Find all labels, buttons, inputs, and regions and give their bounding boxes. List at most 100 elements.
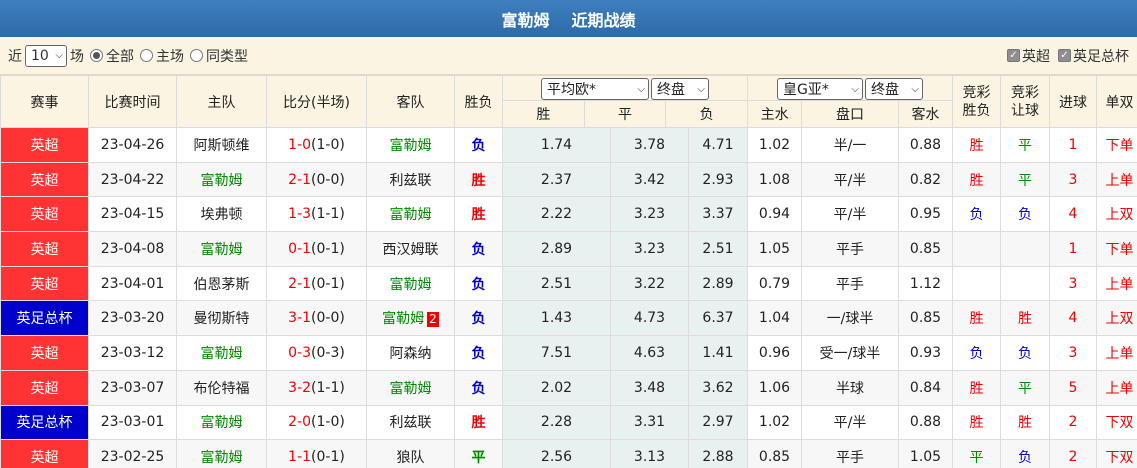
league-cell[interactable]: 英超 bbox=[0, 231, 89, 267]
table-row[interactable]: 英足总杯 23-03-01 富勒姆 2-0(1-0) 利兹联 胜 2.28 3.… bbox=[0, 404, 1137, 441]
table-row[interactable]: 英超 23-04-08 富勒姆 0-1(0-1) 西汉姆联 负 2.89 3.2… bbox=[0, 231, 1137, 267]
score-cell[interactable]: 1-1(0-1) bbox=[266, 439, 367, 468]
away-team-cell[interactable]: 西汉姆联 bbox=[366, 231, 455, 267]
away-team-name: 狼队 bbox=[396, 450, 425, 467]
score-cell[interactable]: 2-0(1-0) bbox=[266, 404, 367, 441]
league-cell[interactable]: 英超 bbox=[0, 439, 89, 468]
table-row[interactable]: 英超 23-02-25 富勒姆 1-1(0-1) 狼队 平 2.56 3.13 … bbox=[0, 439, 1137, 468]
result-cell: 负 bbox=[454, 300, 503, 337]
table-row[interactable]: 英超 23-04-01 伯恩茅斯 2-1(0-1) 富勒姆 负 2.51 3.2… bbox=[0, 265, 1137, 302]
table-row[interactable]: 英超 23-04-26 阿斯顿维 1-0(1-0) 富勒姆 负 1.74 3.7… bbox=[0, 127, 1137, 163]
result-cell: 平 bbox=[454, 439, 503, 468]
euro-draw-odds: 4.73 bbox=[610, 300, 689, 337]
euro-loss-odds: 4.71 bbox=[687, 127, 749, 163]
away-team-name: 富勒姆 bbox=[389, 380, 432, 397]
league-cell[interactable]: 英足总杯 bbox=[0, 404, 89, 441]
home-team-cell[interactable]: 富勒姆 bbox=[176, 335, 267, 371]
jc-result-cell bbox=[952, 231, 1002, 267]
away-team-cell[interactable]: 富勒姆 2 bbox=[366, 300, 455, 337]
home-team-cell[interactable]: 富勒姆 bbox=[176, 439, 267, 468]
score-cell[interactable]: 1-3(1-1) bbox=[266, 196, 367, 233]
home-team-cell[interactable]: 富勒姆 bbox=[176, 231, 267, 267]
jc-result-cell: 负 bbox=[952, 335, 1002, 371]
asia-company-select[interactable]: 皇G亚* ⌵ bbox=[777, 78, 864, 100]
euro-draw-odds: 3.13 bbox=[610, 439, 689, 468]
asia-line: 平/半 bbox=[801, 161, 900, 198]
header-euro-group: 平均欧* ⌵ 终盘 ⌵ 胜 平 负 bbox=[501, 75, 749, 128]
table-row[interactable]: 英超 23-04-22 富勒姆 2-1(0-0) 利兹联 胜 2.37 3.42… bbox=[0, 161, 1137, 198]
full-score: 2-1 bbox=[288, 275, 312, 292]
away-team-cell[interactable]: 利兹联 bbox=[366, 161, 455, 198]
jc-handicap-cell: 负 bbox=[1000, 439, 1051, 468]
home-team-cell[interactable]: 阿斯顿维 bbox=[176, 127, 267, 163]
asia-home-water: 1.08 bbox=[747, 161, 803, 198]
home-team-cell[interactable]: 富勒姆 bbox=[176, 161, 267, 198]
title-bar: 富勒姆 近期战绩 bbox=[0, 0, 1137, 37]
score-cell[interactable]: 2-1(0-1) bbox=[266, 265, 367, 302]
odd-even-cell: 下单 bbox=[1096, 127, 1137, 163]
odd-even-cell: 上双 bbox=[1096, 300, 1137, 337]
header-league: 赛事 bbox=[0, 75, 89, 128]
away-team-cell[interactable]: 富勒姆 bbox=[366, 196, 455, 233]
euro-type-select[interactable]: 终盘 ⌵ bbox=[651, 78, 709, 100]
league-cell[interactable]: 英超 bbox=[0, 161, 89, 198]
away-team-name: 富勒姆 bbox=[389, 276, 432, 293]
asia-away-water: 0.84 bbox=[898, 369, 954, 406]
league-cell[interactable]: 英超 bbox=[0, 196, 89, 233]
league-cell[interactable]: 英超 bbox=[0, 369, 89, 406]
home-team-cell[interactable]: 富勒姆 bbox=[176, 404, 267, 441]
jc-result-cell: 胜 bbox=[952, 369, 1002, 406]
league-cell[interactable]: 英足总杯 bbox=[0, 300, 89, 337]
home-team-cell[interactable]: 伯恩茅斯 bbox=[176, 265, 267, 302]
table-row[interactable]: 英超 23-03-07 布伦特福 3-2(1-1) 富勒姆 负 2.02 3.4… bbox=[0, 369, 1137, 406]
away-team-cell[interactable]: 富勒姆 bbox=[366, 127, 455, 163]
league-cell[interactable]: 英超 bbox=[0, 127, 89, 163]
full-score: 3-1 bbox=[288, 310, 312, 327]
home-team-cell[interactable]: 埃弗顿 bbox=[176, 196, 267, 233]
checkbox-epl-label: 英超 bbox=[1022, 48, 1050, 65]
header-jc-result: 竞彩 胜负 bbox=[952, 75, 1002, 128]
header-jc-handicap: 竞彩 让球 bbox=[1000, 75, 1051, 128]
home-team-cell[interactable]: 曼彻斯特 bbox=[176, 300, 267, 337]
full-score: 1-0 bbox=[288, 136, 312, 153]
radio-same-type[interactable] bbox=[190, 49, 203, 62]
odd-even-cell: 上单 bbox=[1096, 161, 1137, 198]
league-cell[interactable]: 英超 bbox=[0, 265, 89, 302]
score-cell[interactable]: 0-1(0-1) bbox=[266, 231, 367, 267]
goals-cell: 4 bbox=[1049, 196, 1098, 233]
away-team-cell[interactable]: 狼队 bbox=[366, 439, 455, 468]
away-team-cell[interactable]: 利兹联 bbox=[366, 404, 455, 441]
score-cell[interactable]: 3-1(0-0) bbox=[266, 300, 367, 337]
table-row[interactable]: 英足总杯 23-03-20 曼彻斯特 3-1(0-0) 富勒姆 2 负 1.43 … bbox=[0, 300, 1137, 337]
asia-type-select[interactable]: 终盘 ⌵ bbox=[865, 78, 924, 100]
checkbox-epl[interactable]: ✓ bbox=[1007, 49, 1020, 62]
score-cell[interactable]: 3-2(1-1) bbox=[266, 369, 367, 406]
jc-handicap-cell: 平 bbox=[1000, 127, 1051, 163]
date-cell: 23-03-07 bbox=[88, 369, 177, 406]
away-team-cell[interactable]: 阿森纳 bbox=[366, 335, 455, 371]
away-team-cell[interactable]: 富勒姆 bbox=[366, 369, 455, 406]
euro-loss-odds: 2.97 bbox=[687, 404, 749, 441]
checkbox-facup[interactable]: ✓ bbox=[1058, 49, 1071, 62]
away-team-cell[interactable]: 富勒姆 bbox=[366, 265, 455, 302]
score-cell[interactable]: 2-1(0-0) bbox=[266, 161, 367, 198]
table-row[interactable]: 英超 23-04-15 埃弗顿 1-3(1-1) 富勒姆 胜 2.22 3.23… bbox=[0, 196, 1137, 233]
league-cell[interactable]: 英超 bbox=[0, 335, 89, 371]
header-result: 胜负 bbox=[454, 75, 503, 128]
radio-all[interactable] bbox=[90, 49, 103, 62]
jc-result-cell: 胜 bbox=[952, 127, 1002, 163]
radio-home-label: 主场 bbox=[156, 48, 184, 65]
table-row[interactable]: 英超 23-03-12 富勒姆 0-3(0-3) 阿森纳 负 7.51 4.63… bbox=[0, 335, 1137, 371]
goals-cell: 3 bbox=[1049, 161, 1098, 198]
match-count-select[interactable]: 10 ⌵ bbox=[25, 44, 67, 67]
home-team-cell[interactable]: 布伦特福 bbox=[176, 369, 267, 406]
away-team-name: 西汉姆联 bbox=[382, 241, 439, 258]
euro-draw-odds: 3.31 bbox=[610, 404, 689, 441]
score-cell[interactable]: 1-0(1-0) bbox=[266, 127, 367, 163]
filter-suffix: 场 bbox=[70, 48, 84, 65]
radio-home[interactable] bbox=[140, 49, 153, 62]
date-cell: 23-04-01 bbox=[88, 265, 177, 302]
date-cell: 23-04-08 bbox=[88, 231, 177, 267]
euro-company-select[interactable]: 平均欧* ⌵ bbox=[541, 78, 649, 100]
score-cell[interactable]: 0-3(0-3) bbox=[266, 335, 367, 371]
